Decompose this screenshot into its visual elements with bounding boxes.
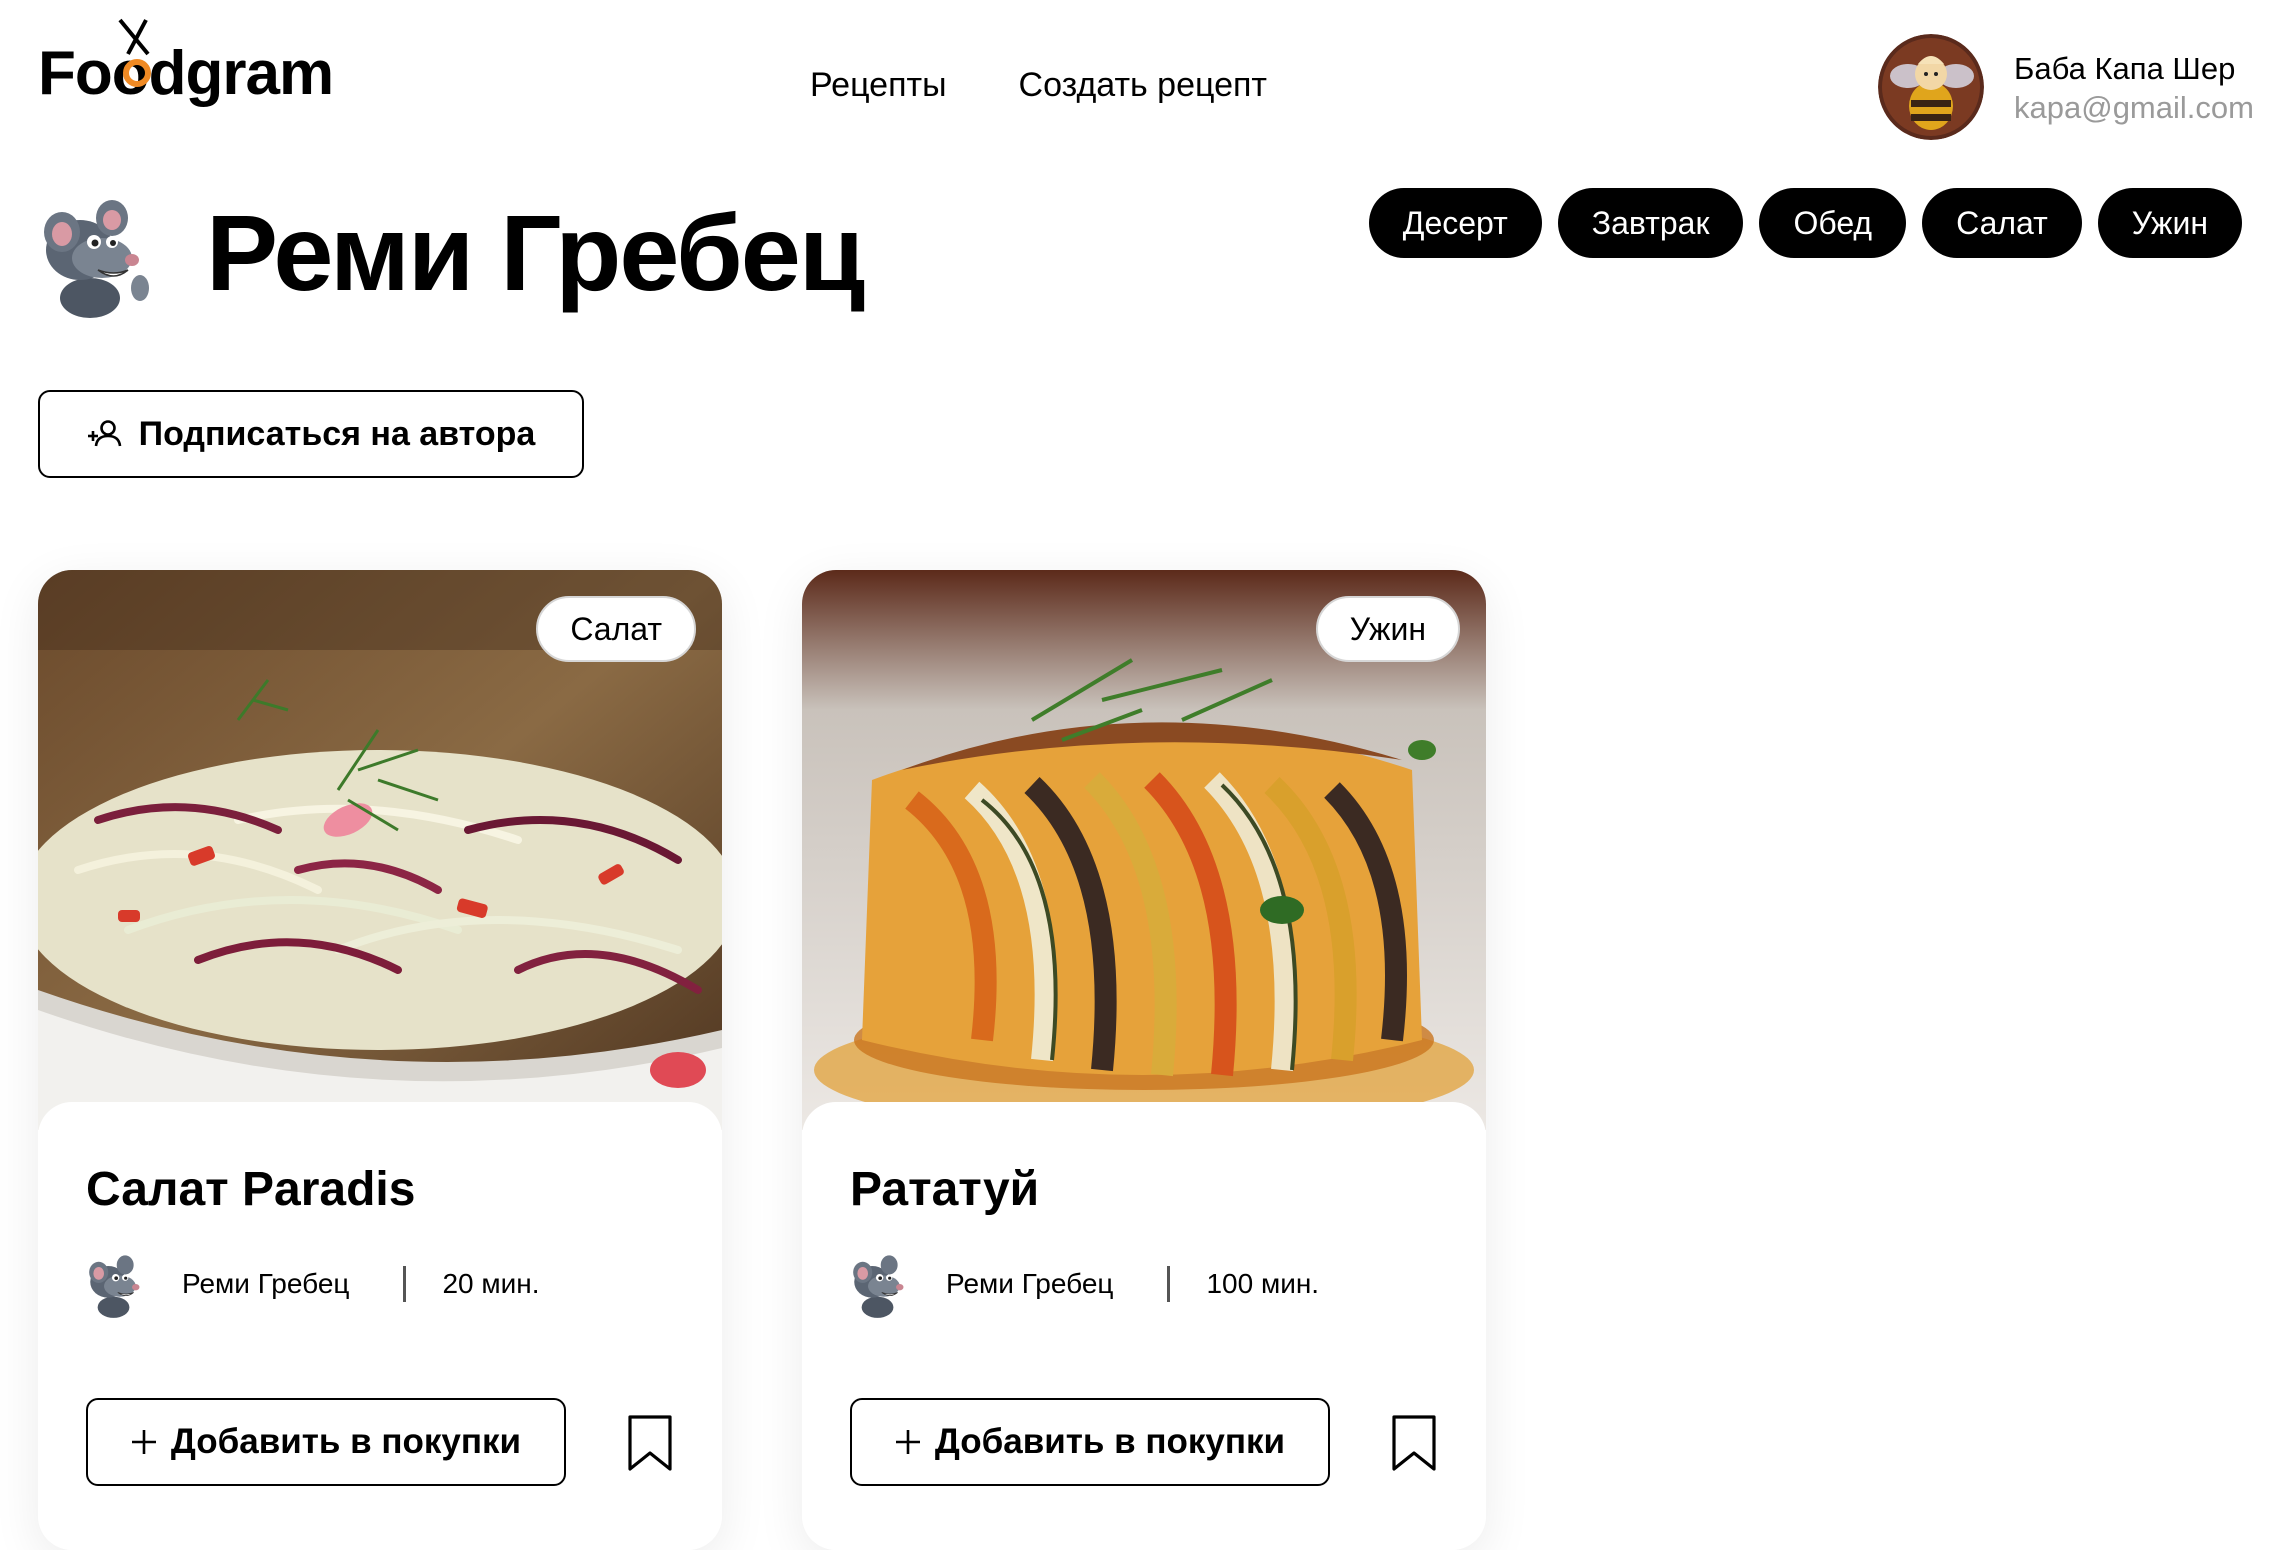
recipe-time: 20 мин. (442, 1268, 540, 1299)
recipe-card[interactable]: Салат Салат Paradis Реми Гребец 20 мин. (38, 570, 722, 1550)
rat-avatar-icon[interactable] (86, 1248, 158, 1320)
recipe-card-body: Рататуй Реми Гребец 100 мин. Добавить в … (802, 1102, 1486, 1550)
recipe-title[interactable]: Салат Paradis (86, 1162, 415, 1217)
rat-avatar-icon[interactable] (850, 1248, 922, 1320)
user-avatar[interactable] (1878, 34, 1984, 140)
nav-create-recipe[interactable]: Создать рецепт (1019, 66, 1267, 105)
recipe-meta: Реми Гребец 100 мин. (850, 1248, 1319, 1320)
recipe-card[interactable]: Ужин Рататуй Реми Гребец 100 мин. Добави… (802, 570, 1486, 1550)
add-to-cart-label: Добавить в покупки (934, 1422, 1286, 1461)
subscribe-button[interactable]: Подписаться на автора (38, 390, 584, 478)
user-email: kapa@gmail.com (2014, 90, 2254, 125)
recipe-author[interactable]: Реми Гребец (182, 1268, 349, 1300)
meta-divider (1167, 1266, 1171, 1302)
meta-divider (403, 1266, 407, 1302)
subscribe-label: Подписаться на автора (138, 414, 536, 453)
add-to-cart-button[interactable]: Добавить в покупки (86, 1398, 566, 1486)
add-to-cart-label: Добавить в покупки (170, 1422, 522, 1461)
page-title: Реми Гребец (206, 192, 865, 313)
nav-recipes[interactable]: Рецепты (810, 66, 947, 105)
bookmark-icon[interactable] (1390, 1414, 1438, 1472)
foodgram-logo[interactable]: Foodgram (38, 14, 358, 114)
tag-filter: Десерт Завтрак Обед Салат Ужин (1368, 188, 2242, 258)
recipe-author[interactable]: Реми Гребец (946, 1268, 1113, 1300)
tag-dessert[interactable]: Десерт (1368, 188, 1542, 258)
logo-text: Foodgram (38, 39, 333, 108)
tag-lunch[interactable]: Обед (1759, 188, 1907, 258)
plus-icon (131, 1430, 156, 1454)
add-to-cart-button[interactable]: Добавить в покупки (850, 1398, 1330, 1486)
user-name: Баба Капа Шер (2014, 51, 2236, 86)
recipe-time: 100 мин. (1206, 1268, 1320, 1299)
tag-dinner[interactable]: Ужин (2097, 188, 2242, 258)
recipe-meta: Реми Гребец 20 мин. (86, 1248, 540, 1320)
plus-icon (895, 1430, 920, 1454)
tag-salad[interactable]: Салат (1922, 188, 2082, 258)
bookmark-icon[interactable] (626, 1414, 674, 1472)
recipe-tag: Салат (536, 596, 696, 662)
recipe-title[interactable]: Рататуй (850, 1162, 1039, 1217)
main-nav: Рецепты Создать рецепт (810, 66, 1267, 105)
add-user-icon (87, 420, 121, 447)
rat-avatar-icon (44, 200, 149, 318)
recipe-card-body: Салат Paradis Реми Гребец 20 мин. Добави… (38, 1102, 722, 1550)
recipe-tag: Ужин (1315, 596, 1460, 662)
tag-breakfast[interactable]: Завтрак (1557, 188, 1744, 258)
header: Foodgram Рецепты Создать рецепт Баба Кап… (0, 0, 2278, 170)
user-profile[interactable]: Баба Капа Шер kapa@gmail.com (1878, 34, 2278, 144)
